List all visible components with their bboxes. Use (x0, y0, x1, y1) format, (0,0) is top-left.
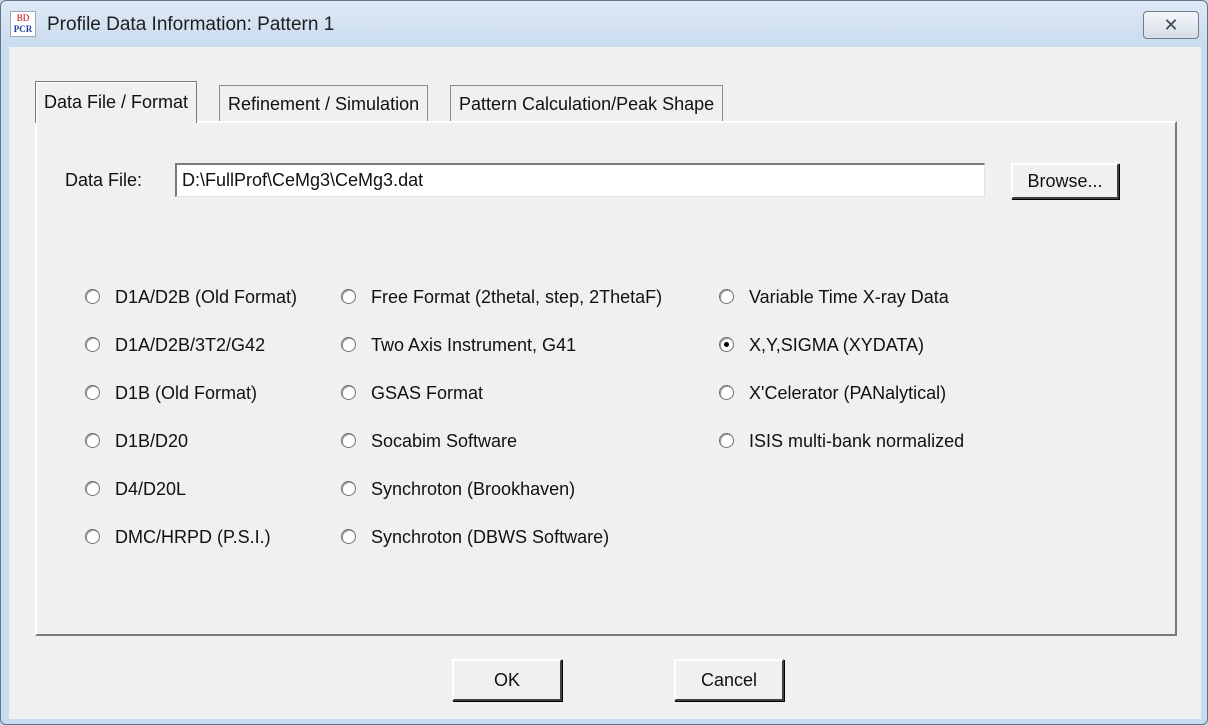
app-icon: BD PCR (10, 11, 36, 37)
format-option-label: X'Celerator (PANalytical) (749, 383, 947, 403)
radio-button-icon[interactable] (719, 433, 734, 448)
radio-button-icon[interactable] (719, 337, 734, 352)
radio-button-icon[interactable] (85, 337, 100, 352)
format-option-label: Free Format (2thetal, step, 2ThetaF) (371, 287, 663, 307)
radio-button-icon[interactable] (85, 289, 100, 304)
format-option-label: D4/D20L (115, 479, 187, 499)
format-option-label: Variable Time X-ray Data (749, 287, 949, 307)
format-option-label: Synchroton (Brookhaven) (371, 479, 576, 499)
radio-button-icon[interactable] (341, 289, 356, 304)
format-option-label: D1A/D2B (Old Format) (115, 287, 298, 307)
tab-panel: Data File: Browse... D1A/D2B (Old Format… (35, 121, 1177, 636)
title-bar: BD PCR Profile Data Information: Pattern … (1, 1, 1207, 47)
tab-refinement-simulation[interactable]: Refinement / Simulation (219, 85, 429, 121)
radio-button-icon[interactable] (341, 385, 356, 400)
ok-button[interactable]: OK (452, 659, 562, 701)
format-option-label: D1B (Old Format) (115, 383, 258, 403)
radio-button-icon[interactable] (341, 433, 356, 448)
dialog-window: BD PCR Profile Data Information: Pattern … (0, 0, 1208, 725)
window-title: Profile Data Information: Pattern 1 (47, 14, 335, 35)
cancel-button[interactable]: Cancel (674, 659, 784, 701)
tab-pattern-calculation[interactable]: Pattern Calculation/Peak Shape (450, 85, 724, 121)
format-option-label: GSAS Format (371, 383, 484, 403)
format-option-label: D1B/D20 (115, 431, 189, 451)
close-icon: ✕ (1163, 15, 1179, 35)
tab-data-file-format[interactable]: Data File / Format (35, 81, 198, 123)
format-option-label: ISIS multi-bank normalized (749, 431, 965, 451)
dialog-client-area: Data File / Format Refinement / Simulati… (9, 47, 1201, 719)
data-file-label: Data File: (65, 170, 143, 190)
radio-button-icon[interactable] (341, 481, 356, 496)
format-option-label: D1A/D2B/3T2/G42 (115, 335, 266, 355)
radio-button-icon[interactable] (85, 481, 100, 496)
format-option-label: Synchroton (DBWS Software) (371, 527, 610, 547)
radio-button-icon[interactable] (719, 385, 734, 400)
radio-button-icon[interactable] (85, 433, 100, 448)
format-option-label: Socabim Software (371, 431, 518, 451)
radio-button-icon[interactable] (85, 385, 100, 400)
format-option-label: Two Axis Instrument, G41 (371, 335, 577, 355)
radio-button-icon[interactable] (719, 289, 734, 304)
format-option-label: DMC/HRPD (P.S.I.) (115, 527, 271, 547)
browse-button[interactable]: Browse... (1011, 163, 1119, 199)
radio-button-icon[interactable] (85, 529, 100, 544)
data-file-input[interactable] (175, 163, 985, 197)
radio-button-icon[interactable] (341, 529, 356, 544)
close-button[interactable]: ✕ (1143, 11, 1199, 39)
radio-button-icon[interactable] (341, 337, 356, 352)
format-option-label: X,Y,SIGMA (XYDATA) (749, 335, 925, 355)
